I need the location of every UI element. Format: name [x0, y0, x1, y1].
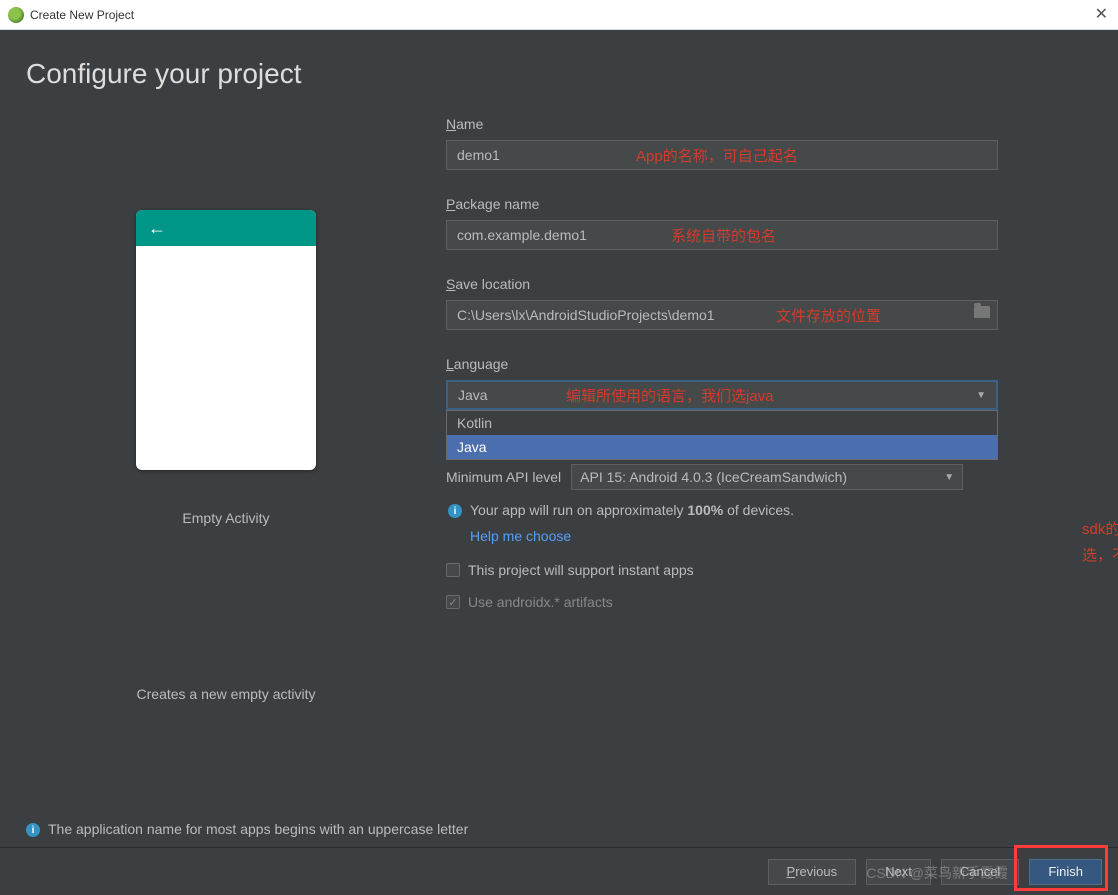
package-label: Package name — [446, 196, 1092, 212]
page-title: Configure your project — [26, 58, 1092, 90]
save-input[interactable] — [446, 300, 998, 330]
activity-name: Empty Activity — [182, 510, 269, 526]
androidx-row: Use androidx.* artifacts — [446, 594, 1092, 610]
name-label: Name — [446, 116, 1092, 132]
chevron-down-icon: ▼ — [944, 472, 954, 483]
androidx-label: Use androidx.* artifacts — [468, 594, 613, 610]
folder-icon[interactable] — [974, 306, 990, 318]
language-option-kotlin[interactable]: Kotlin — [447, 411, 997, 435]
min-api-value: API 15: Android 4.0.3 (IceCreamSandwich) — [580, 469, 847, 485]
info-icon: i — [26, 823, 40, 837]
titlebar: Create New Project ✕ — [0, 0, 1118, 30]
preview-toolbar: ← — [136, 210, 316, 246]
min-api-label: Minimum API level — [446, 469, 561, 485]
window-title: Create New Project — [30, 8, 134, 22]
phone-preview: ← — [136, 210, 316, 470]
info-block: i Your app will run on approximately 100… — [446, 502, 1092, 546]
form-column: Name App的名称，可自己起名 Package name 系统自带的包名 S… — [426, 100, 1092, 702]
instant-apps-label: This project will support instant apps — [468, 562, 694, 578]
instant-apps-row: This project will support instant apps — [446, 562, 1092, 578]
android-studio-icon — [8, 7, 24, 23]
page-header: Configure your project — [0, 30, 1118, 100]
min-api-select[interactable]: API 15: Android 4.0.3 (IceCreamSandwich)… — [571, 464, 963, 490]
activity-description: Creates a new empty activity — [137, 686, 316, 702]
device-coverage-text: Your app will run on approximately 100% … — [470, 502, 794, 518]
back-arrow-icon: ← — [148, 218, 166, 239]
language-option-java[interactable]: Java — [447, 435, 997, 459]
package-field: Package name 系统自带的包名 — [446, 196, 1092, 250]
language-label: Language — [446, 356, 1092, 372]
help-me-choose-link[interactable]: Help me choose — [470, 528, 571, 544]
save-label: Save location — [446, 276, 1092, 292]
watermark: CSDN @菜鸟新手霞霞 — [866, 863, 1008, 883]
finish-button[interactable]: Finish — [1029, 859, 1102, 885]
preview-column: ← Empty Activity Creates a new empty act… — [26, 100, 426, 702]
previous-button[interactable]: Previous — [768, 859, 857, 885]
language-field: Language Java ▼ 编辑所使用的语言，我们选java Kotlin … — [446, 356, 1092, 460]
language-dropdown: Kotlin Java — [446, 410, 998, 460]
min-api-row: Minimum API level API 15: Android 4.0.3 … — [446, 464, 1092, 490]
window-body: Configure your project ← Empty Activity … — [0, 30, 1118, 895]
package-input[interactable] — [446, 220, 998, 250]
chevron-down-icon: ▼ — [976, 390, 986, 401]
footer-hint: i The application name for most apps beg… — [26, 821, 468, 837]
close-icon[interactable]: ✕ — [1095, 4, 1108, 24]
instant-apps-checkbox[interactable] — [446, 563, 460, 577]
name-field: Name App的名称，可自己起名 — [446, 116, 1092, 170]
language-value: Java — [458, 387, 488, 403]
save-location-field: Save location 文件存放的位置 — [446, 276, 1092, 330]
name-input[interactable] — [446, 140, 998, 170]
info-icon: i — [448, 504, 462, 518]
language-select[interactable]: Java ▼ — [446, 380, 998, 410]
footer-hint-text: The application name for most apps begin… — [48, 821, 468, 837]
androidx-checkbox — [446, 595, 460, 609]
